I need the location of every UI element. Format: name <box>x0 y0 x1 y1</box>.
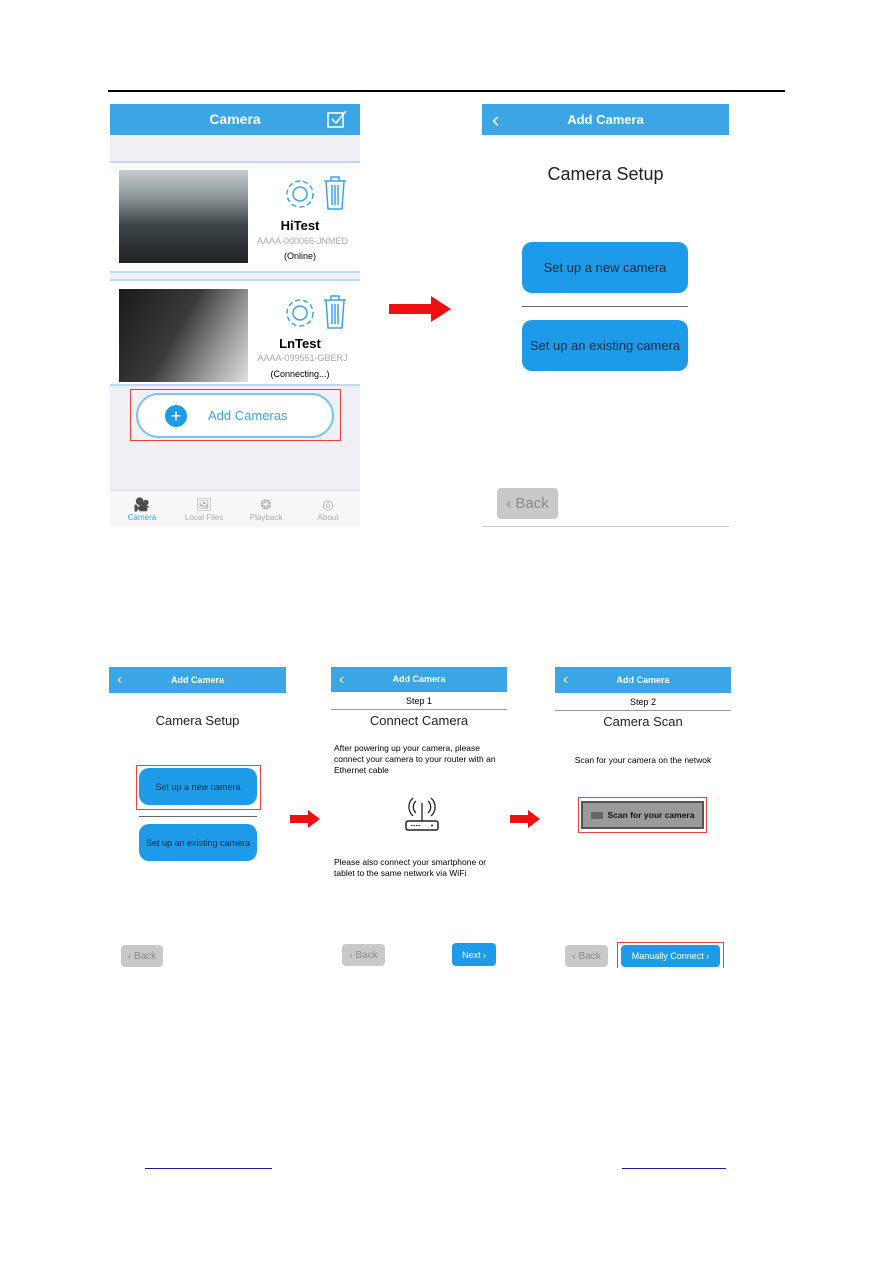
camera-name: LnTest <box>279 336 321 351</box>
tab-local-files[interactable]: 🖼 Local Files <box>174 497 234 522</box>
divider <box>331 709 507 710</box>
camera-scan-screen: ‹ Add Camera Step 2 Camera Scan Scan for… <box>555 667 731 968</box>
instruction-text: Please also connect your smartphone or t… <box>334 857 487 878</box>
divider <box>522 306 688 307</box>
camera-thumbnail[interactable] <box>119 170 248 263</box>
nav-bar: Camera <box>110 104 360 135</box>
tab-playback[interactable]: ❂ Playback <box>236 497 296 522</box>
camera-card[interactable]: LnTest AAAA-099551-GBERJ (Connecting...) <box>110 279 360 386</box>
camera-setup-screen: ‹ Add Camera Camera Setup Set up a new c… <box>482 104 729 527</box>
camera-uid: AAAA-099551-GBERJ <box>257 353 348 363</box>
film-reel-icon: ❂ <box>260 497 272 512</box>
footer-link-left[interactable] <box>145 1168 272 1169</box>
setup-new-camera-button[interactable]: Set up a new camera <box>522 242 688 293</box>
arrow-right-icon <box>290 810 320 828</box>
nav-title: Add Camera <box>170 675 224 685</box>
camera-status: (Online) <box>283 251 316 261</box>
header-rule <box>108 90 785 92</box>
step-label: Step 2 <box>629 697 657 707</box>
nav-bar: ‹ Add Camera <box>331 667 507 692</box>
trash-icon[interactable] <box>322 175 348 211</box>
image-icon: 🖼 <box>195 497 213 512</box>
back-chevron-icon[interactable]: ‹ <box>339 667 344 692</box>
back-chevron-icon[interactable]: ‹ <box>492 104 499 135</box>
camera-card[interactable]: HiTest AAAA-000066-JNMED (Online) <box>110 161 360 273</box>
camera-name: HiTest <box>280 218 320 233</box>
tab-camera[interactable]: 🎥 Camera <box>112 497 172 522</box>
page-heading: Camera Scan <box>603 714 683 729</box>
setup-existing-camera-button[interactable]: Set up an existing camera <box>522 320 688 371</box>
tab-bar: 🎥 Camera 🖼 Local Files ❂ Playback ◎ About <box>110 490 360 527</box>
camera-thumbnail[interactable] <box>119 289 248 382</box>
step-label: Step 1 <box>405 696 433 706</box>
camera-uid: AAAA-000066-JNMED <box>256 236 349 246</box>
back-button[interactable]: ‹ Back <box>121 945 163 967</box>
back-button[interactable]: ‹ Back <box>565 945 608 967</box>
nav-bar: ‹ Add Camera <box>482 104 729 135</box>
highlight-box <box>136 765 261 810</box>
nav-title: Camera <box>209 111 261 127</box>
chevron-right-icon: › <box>480 949 486 960</box>
nav-title: Add Camera <box>392 674 446 684</box>
arrow-right-icon <box>510 810 540 828</box>
nav-bar: ‹ Add Camera <box>109 667 286 693</box>
footer-link-right[interactable] <box>622 1168 726 1169</box>
instruction-text: After powering up your camera, please co… <box>334 743 496 775</box>
checkbox-icon[interactable] <box>327 110 347 128</box>
nav-title: Add Camera <box>616 675 670 685</box>
router-icon <box>405 797 439 831</box>
divider <box>555 710 731 711</box>
gear-icon[interactable] <box>283 177 317 211</box>
back-chevron-icon[interactable]: ‹ <box>563 667 568 693</box>
divider <box>139 816 257 817</box>
back-button[interactable]: ‹ Back <box>497 488 558 519</box>
connect-camera-screen: ‹ Add Camera Step 1 Connect Camera After… <box>331 667 507 968</box>
instruction-text: Scan for your camera on the netwok <box>574 755 712 765</box>
setup-existing-camera-button[interactable]: Set up an existing camera <box>139 824 257 861</box>
camera-status: (Connecting...) <box>270 369 330 379</box>
highlight-box <box>578 797 707 833</box>
nav-bar: ‹ Add Camera <box>555 667 731 693</box>
back-chevron-icon[interactable]: ‹ <box>117 667 122 693</box>
back-chevron-icon: ‹ <box>506 495 516 512</box>
camera-setup-screen-small: ‹ Add Camera Camera Setup Set up a new c… <box>109 667 286 968</box>
page-heading: Connect Camera <box>369 713 469 728</box>
tab-about[interactable]: ◎ About <box>298 497 358 522</box>
next-button[interactable]: Next › <box>452 943 496 966</box>
back-button[interactable]: ‹ Back <box>342 944 385 966</box>
camera-list-screen: Camera HiTest AAAA-000066-JNMED (Online)… <box>110 104 360 527</box>
page-heading: Camera Setup <box>547 164 664 184</box>
arrow-right-icon <box>389 296 451 322</box>
trash-icon[interactable] <box>322 294 348 330</box>
page-heading: Camera Setup <box>155 713 240 728</box>
user-icon: ◎ <box>322 497 334 512</box>
gear-icon[interactable] <box>283 296 317 330</box>
video-camera-icon: 🎥 <box>133 497 151 512</box>
highlight-box <box>617 942 724 968</box>
highlight-box <box>130 389 341 441</box>
nav-title: Add Camera <box>567 112 644 127</box>
